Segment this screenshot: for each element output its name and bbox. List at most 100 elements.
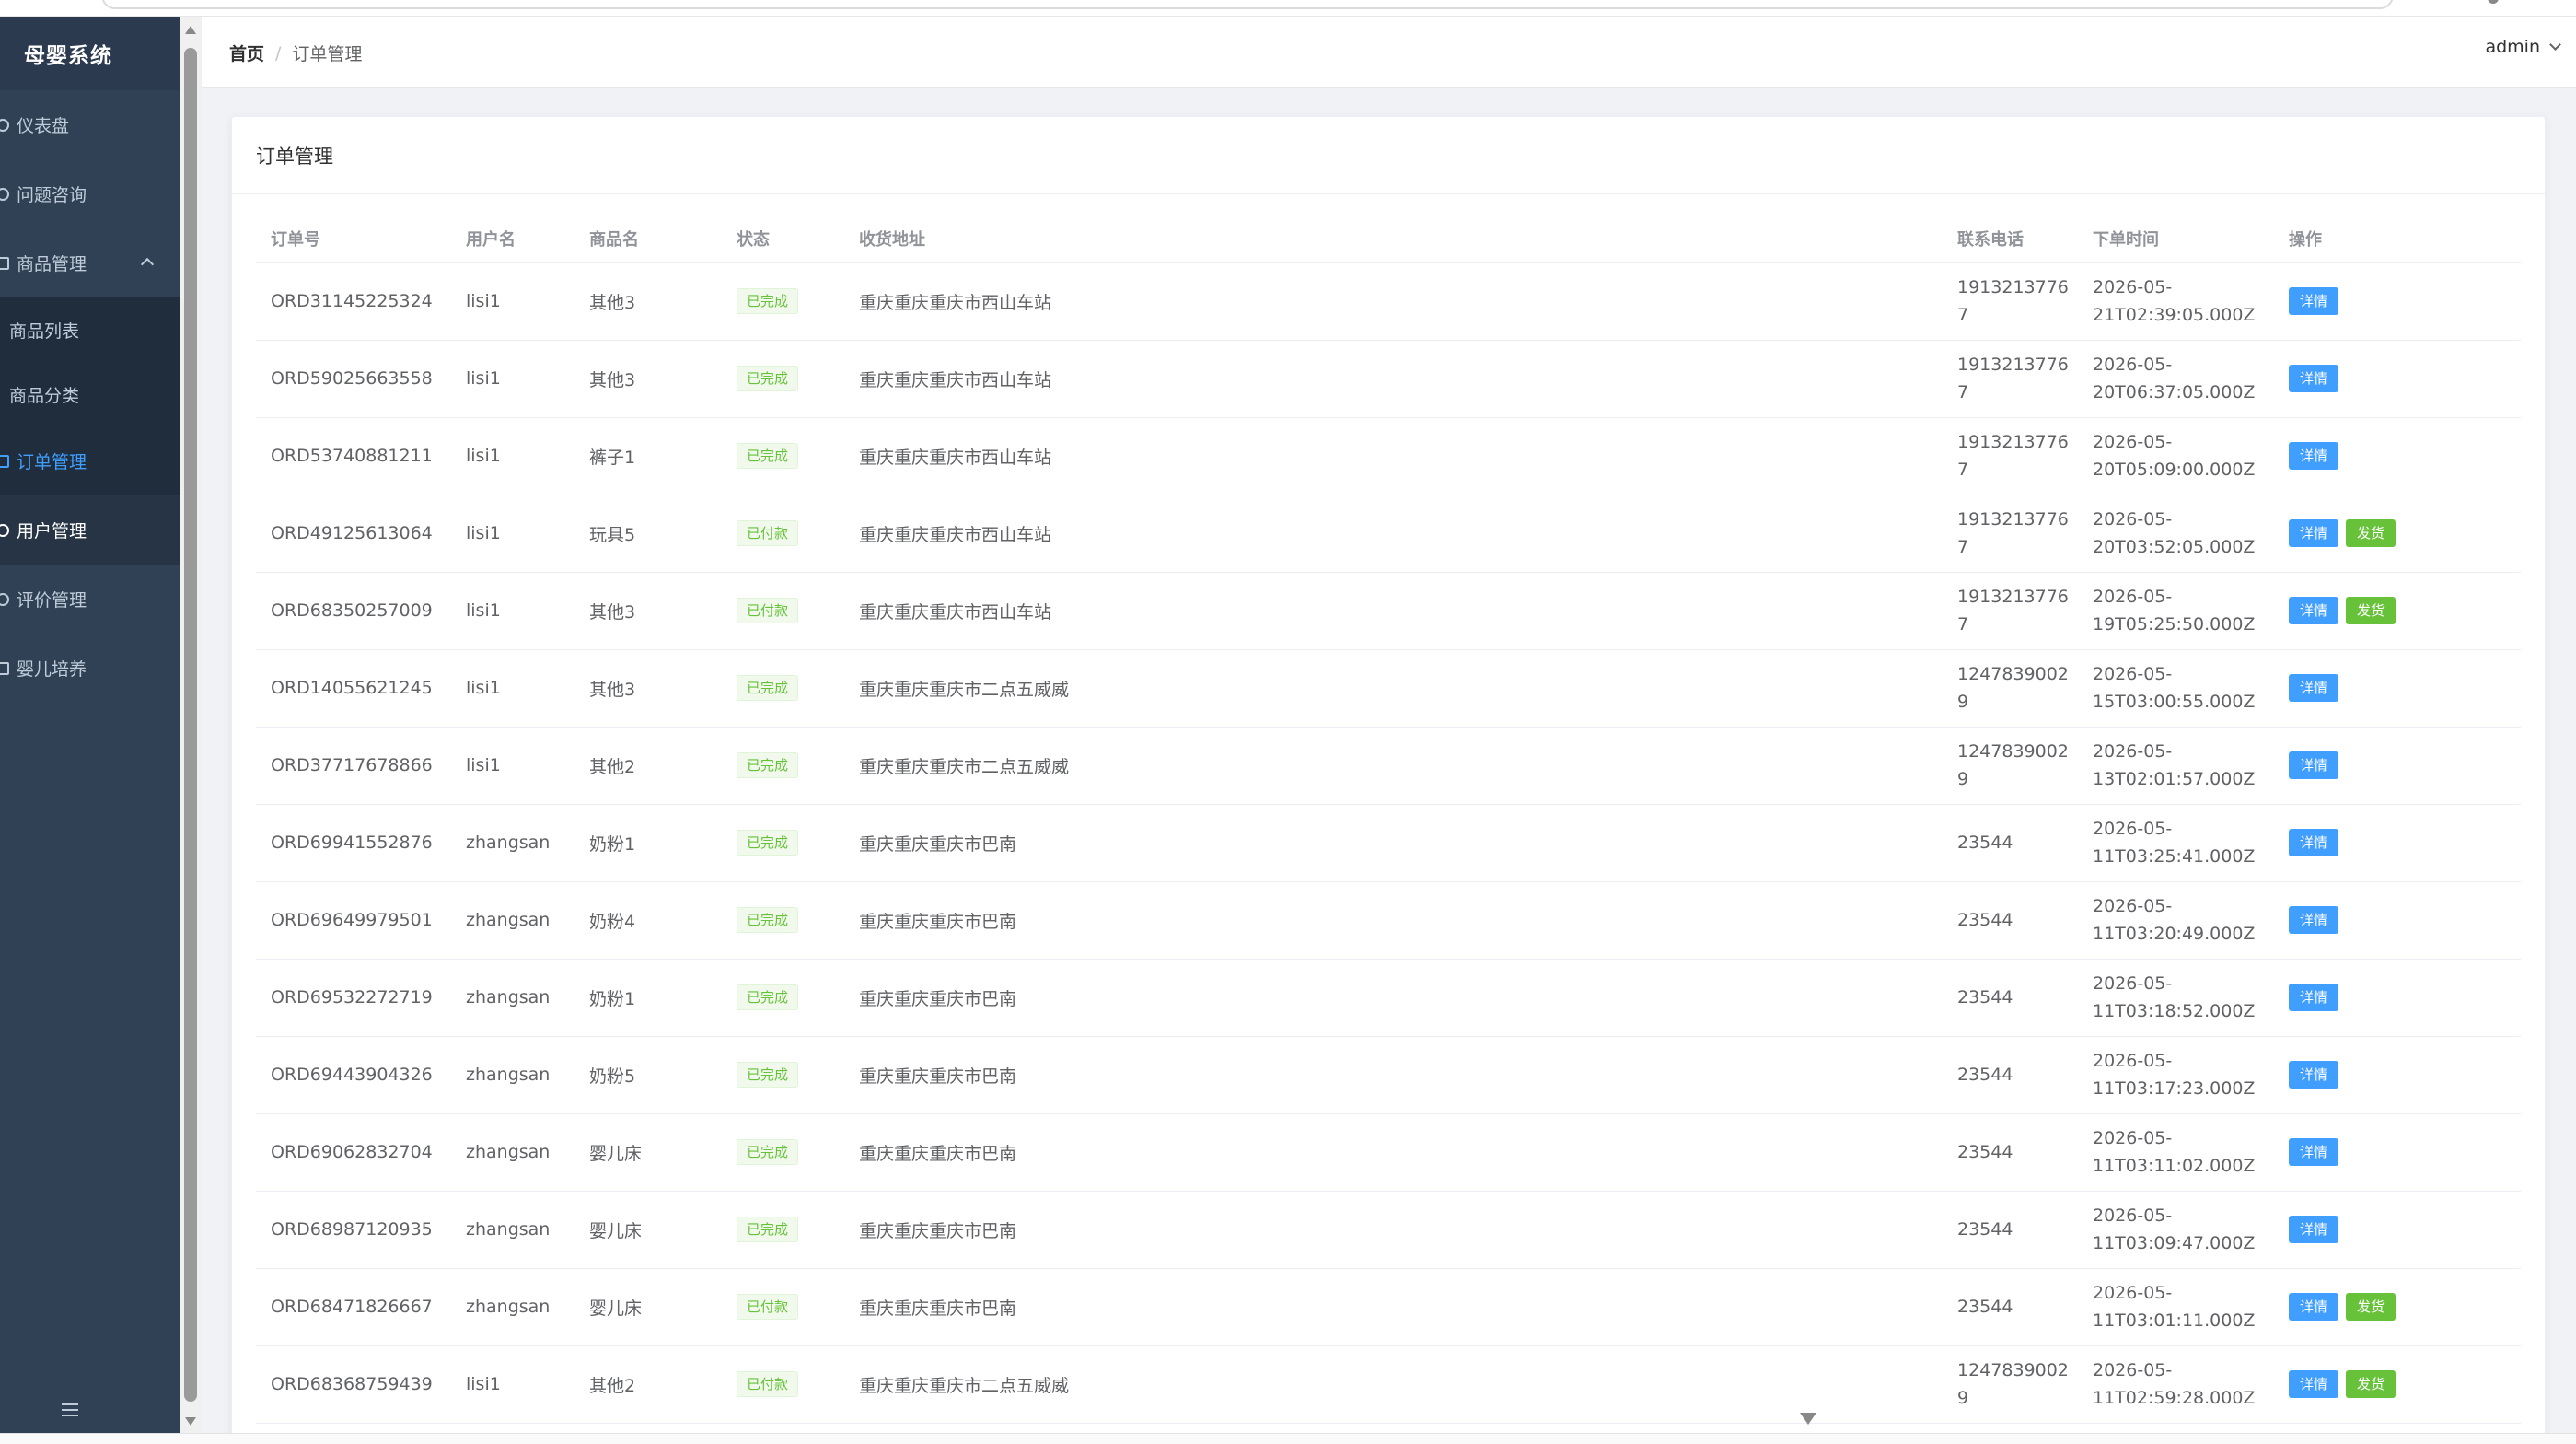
detail-button[interactable]: 详情	[2289, 1061, 2339, 1089]
cell-user: zhangsan	[451, 1268, 574, 1346]
phone-line-1: 1913213776	[1957, 587, 2069, 607]
cell-address: 重庆重庆重庆市西山车站	[844, 572, 1943, 650]
question-icon	[0, 187, 9, 201]
table-row: ORD69062832704 zhangsan 婴儿床 已完成 重庆重庆重庆市巴南 235…	[256, 1113, 2521, 1192]
cell-order-no: ORD69532272719	[256, 959, 451, 1037]
cell-status: 已完成	[722, 881, 844, 960]
column-header-time: 下单时间	[2078, 215, 2274, 263]
cell-phone: 23544	[1943, 881, 2078, 960]
detail-button[interactable]: 详情	[2289, 1216, 2339, 1243]
cell-order-time: 2026-05- 20T06:37:05.000Z	[2078, 340, 2274, 418]
sidebar-item-baby[interactable]: 婴儿培养	[0, 634, 180, 703]
time-line-1: 2026-05-	[2093, 1128, 2173, 1148]
baby-icon	[0, 661, 9, 675]
phone-line-1: 23544	[1957, 1219, 2013, 1240]
detail-button[interactable]: 详情	[2289, 365, 2339, 392]
sidebar-item-goods-list[interactable]: 商品列表	[0, 297, 180, 362]
phone-line-1: 1913213776	[1957, 355, 2069, 375]
user-icon	[0, 523, 9, 537]
sidebar-scrollbar[interactable]	[180, 17, 202, 1433]
ship-button[interactable]: 发货	[2346, 1370, 2396, 1398]
time-line-2: 11T03:18:52.000Z	[2093, 1001, 2256, 1021]
cell-order-no: ORD14055621245	[256, 649, 451, 728]
cell-status: 已完成	[722, 340, 844, 418]
cell-phone: 1247839002 9	[1943, 727, 2078, 805]
detail-button[interactable]: 详情	[2289, 287, 2339, 315]
cell-order-time: 2026-05- 15T03:00:55.000Z	[2078, 649, 2274, 728]
scroll-down-arrow-icon[interactable]	[185, 1417, 196, 1426]
cell-order-no: ORD68368759439	[256, 1345, 451, 1424]
sidebar-item-orders[interactable]: 订单管理	[0, 426, 180, 495]
sidebar-item-goods-category[interactable]: 商品分类	[0, 362, 180, 426]
phone-line-1: 1913213776	[1957, 432, 2069, 452]
hamburger-icon[interactable]	[62, 1403, 78, 1416]
status-badge: 已付款	[737, 1294, 799, 1320]
cell-status: 已完成	[722, 727, 844, 805]
sidebar-item-questions[interactable]: 问题咨询	[0, 159, 180, 228]
detail-button[interactable]: 详情	[2289, 442, 2339, 470]
cell-product: 其他3	[574, 572, 722, 650]
card-title: 订单管理	[232, 117, 2545, 194]
cell-product: 婴儿床	[574, 1191, 722, 1269]
sidebar-item-goods[interactable]: 商品管理	[0, 228, 180, 297]
breadcrumb-home-link[interactable]: 首页	[229, 41, 264, 65]
sidebar-item-users[interactable]: 用户管理	[0, 495, 180, 565]
phone-line-2: 7	[1957, 305, 1969, 325]
sidebar: 母婴系统 仪表盘 问题咨询 商品管理 商品列表 商品分类 订单管理 用户管理 评…	[0, 17, 180, 1433]
time-line-1: 2026-05-	[2093, 1051, 2173, 1071]
dashboard-icon	[0, 118, 9, 132]
ship-button[interactable]: 发货	[2346, 597, 2396, 624]
phone-line-2: 9	[1957, 769, 1969, 789]
cell-address: 重庆重庆重庆市巴南	[844, 881, 1943, 960]
phone-line-2: 9	[1957, 692, 1969, 712]
detail-button[interactable]: 详情	[2289, 1370, 2339, 1398]
chevron-down-icon	[2549, 38, 2561, 51]
cell-product: 玩具5	[574, 495, 722, 573]
detail-button[interactable]: 详情	[2289, 906, 2339, 934]
table-row: ORD69532272719 zhangsan 奶粉1 已完成 重庆重庆重庆市巴南 235…	[256, 959, 2521, 1037]
address-bar[interactable]	[101, 0, 2394, 9]
detail-button[interactable]: 详情	[2289, 597, 2339, 624]
phone-line-1: 1913213776	[1957, 509, 2069, 530]
cell-address: 重庆重庆重庆市巴南	[844, 1113, 1943, 1192]
cell-user: zhangsan	[451, 1036, 574, 1114]
detail-button[interactable]: 详情	[2289, 519, 2339, 547]
cell-actions: 详情 发货	[2274, 1345, 2521, 1424]
cell-user: lisi1	[451, 572, 574, 650]
cell-actions: 详情 发货	[2274, 1268, 2521, 1346]
time-line-2: 11T02:59:28.000Z	[2093, 1388, 2256, 1408]
scroll-up-arrow-icon[interactable]	[185, 26, 196, 34]
ship-button[interactable]: 发货	[2346, 519, 2396, 547]
sidebar-item-label: 评价管理	[17, 590, 87, 611]
breadcrumb: 首页 / 订单管理	[229, 41, 362, 65]
time-line-2: 11T03:25:41.000Z	[2093, 846, 2256, 867]
detail-button[interactable]: 详情	[2289, 1293, 2339, 1321]
status-badge: 已完成	[737, 984, 799, 1010]
sidebar-item-label: 商品管理	[17, 254, 87, 274]
status-badge: 已完成	[737, 366, 799, 391]
cell-actions: 详情	[2274, 417, 2521, 495]
cell-order-time: 2026-05- 11T02:59:28.000Z	[2078, 1345, 2274, 1424]
detail-button[interactable]: 详情	[2289, 984, 2339, 1011]
table-row: ORD31145225324 lisi1 其他3 已完成 重庆重庆重庆市西山车站 1913…	[256, 262, 2521, 341]
status-badge: 已付款	[737, 520, 799, 546]
detail-button[interactable]: 详情	[2289, 751, 2339, 779]
cell-status: 已完成	[722, 262, 844, 341]
main-content: 订单管理 订单号 用户名 商品名 状态 收货地址 联系电话 下单时间 操作 OR…	[202, 88, 2576, 1442]
detail-button[interactable]: 详情	[2289, 674, 2339, 702]
sidebar-item-reviews[interactable]: 评价管理	[0, 565, 180, 634]
cell-actions: 详情	[2274, 881, 2521, 960]
cell-status: 已完成	[722, 959, 844, 1037]
sidebar-item-label: 婴儿培养	[17, 659, 87, 680]
cell-product: 裤子1	[574, 417, 722, 495]
sidebar-item-dashboard[interactable]: 仪表盘	[0, 90, 180, 159]
ship-button[interactable]: 发货	[2346, 1293, 2396, 1321]
detail-button[interactable]: 详情	[2289, 1138, 2339, 1166]
cell-order-no: ORD37717678866	[256, 727, 451, 805]
cell-actions: 详情 发货	[2274, 572, 2521, 650]
scrollbar-thumb[interactable]	[184, 48, 197, 1402]
detail-button[interactable]: 详情	[2289, 829, 2339, 856]
scroll-down-indicator-icon[interactable]	[1800, 1413, 1816, 1425]
user-menu[interactable]: admin	[2485, 37, 2561, 57]
cell-actions: 详情	[2274, 1191, 2521, 1269]
